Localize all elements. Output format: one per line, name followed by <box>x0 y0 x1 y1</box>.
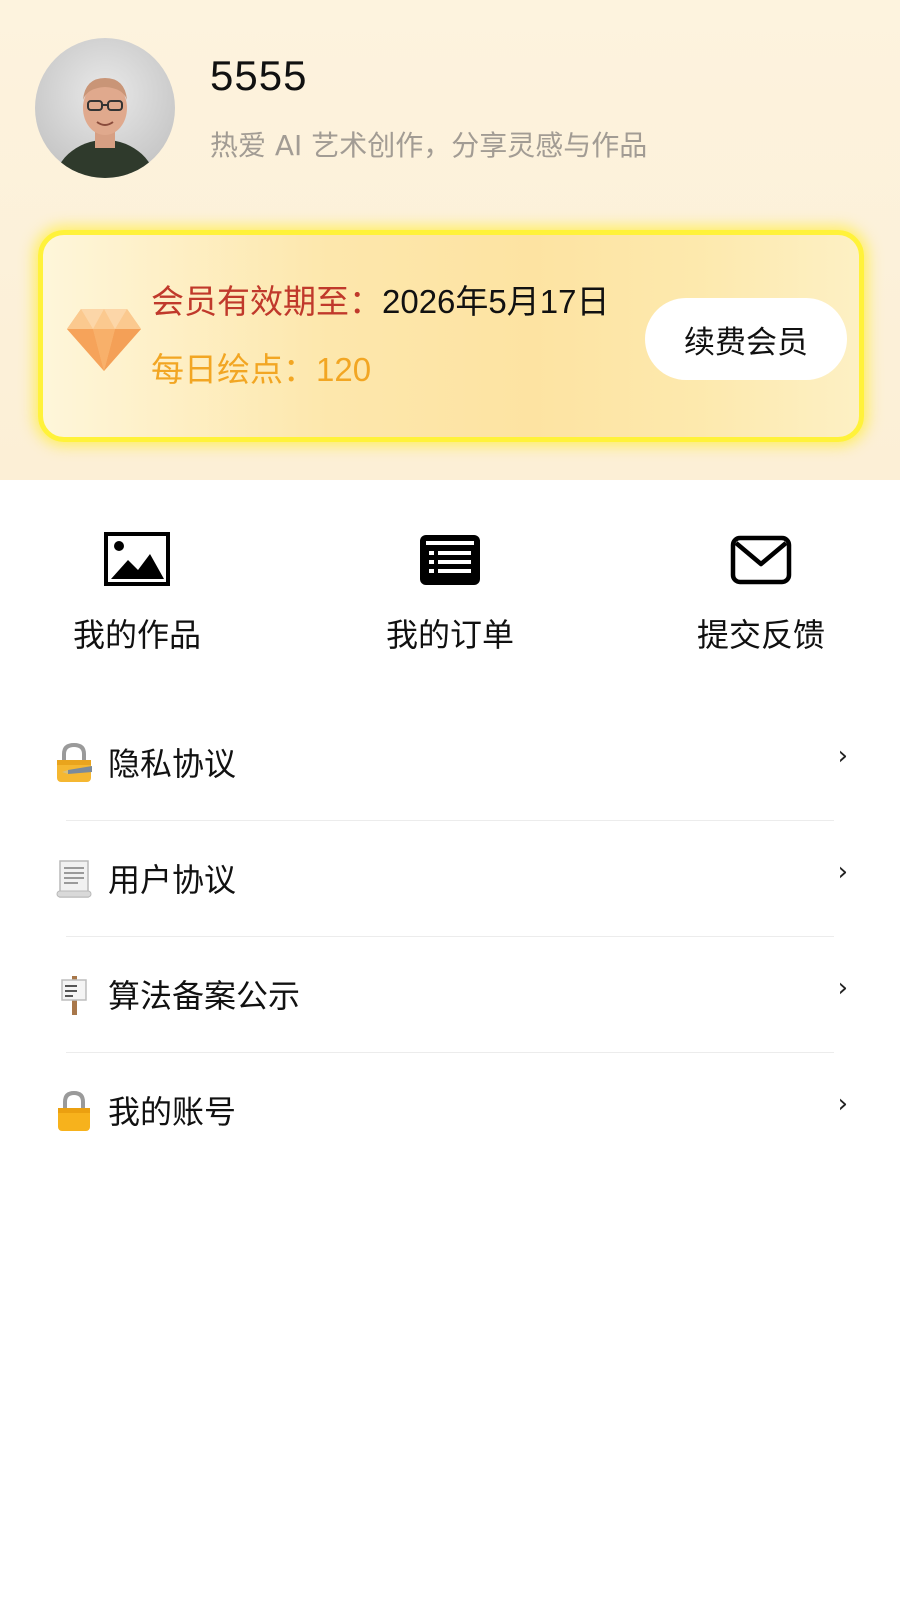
submit-feedback-button[interactable]: 提交反馈 <box>651 530 871 656</box>
daily-points: 每日绘点：120 <box>151 343 371 391</box>
my-account-label: 我的账号 <box>108 1093 237 1131</box>
username: 5555 <box>210 52 308 99</box>
signpost-icon <box>61 976 87 1015</box>
points-label: 每日绘点： <box>151 350 316 389</box>
menu-item-privacy-policy[interactable]: 隐私协议 › <box>0 705 900 821</box>
menu-item-user-agreement[interactable]: 用户协议 › <box>0 821 900 937</box>
my-works-label: 我的作品 <box>72 616 201 654</box>
user-agreement-label: 用户协议 <box>108 861 237 899</box>
points-value: 120 <box>316 351 372 388</box>
lock-icon <box>58 1090 90 1131</box>
chevron-right-icon: › <box>837 973 848 1003</box>
chevron-right-icon: › <box>837 857 848 887</box>
submit-feedback-label: 提交反馈 <box>696 616 825 654</box>
menu-item-algorithm-filing[interactable]: 算法备案公示 › <box>0 937 900 1053</box>
chevron-right-icon: › <box>837 741 848 771</box>
document-icon <box>56 860 92 898</box>
my-orders-label: 我的订单 <box>385 616 514 654</box>
chevron-right-icon: › <box>837 1089 848 1119</box>
diamond-icon <box>67 309 141 371</box>
user-bio: 热爱 AI 艺术创作，分享灵感与作品 <box>210 129 648 162</box>
lock-with-pen-icon <box>57 742 92 782</box>
mail-icon <box>730 535 792 585</box>
renew-membership-button[interactable]: 续费会员 <box>645 298 847 380</box>
quick-actions: 我的作品 我的订单 提交反馈 <box>0 530 900 670</box>
expiry-label: 会员有效期至： <box>151 282 382 321</box>
algorithm-filing-label: 算法备案公示 <box>108 977 301 1015</box>
privacy-policy-label: 隐私协议 <box>108 745 237 783</box>
avatar-photo-icon <box>54 78 156 178</box>
list-icon <box>420 535 480 585</box>
profile-header: 5555 热爱 AI 艺术创作，分享灵感与作品 会员有效期至：2026年5月17… <box>0 0 900 480</box>
membership-card: 会员有效期至：2026年5月17日 每日绘点：120 续费会员 <box>38 230 864 442</box>
menu-item-my-account[interactable]: 我的账号 › <box>0 1053 900 1169</box>
expiry-date: 2026年5月17日 <box>382 283 610 320</box>
membership-expiry: 会员有效期至：2026年5月17日 <box>151 275 609 323</box>
image-icon <box>104 532 170 586</box>
settings-menu: 隐私协议 › 用户协议 › 算法备案公示 › 我的账号 › <box>0 705 900 1169</box>
my-works-button[interactable]: 我的作品 <box>27 530 247 656</box>
my-orders-button[interactable]: 我的订单 <box>340 530 560 656</box>
avatar[interactable] <box>35 38 175 178</box>
